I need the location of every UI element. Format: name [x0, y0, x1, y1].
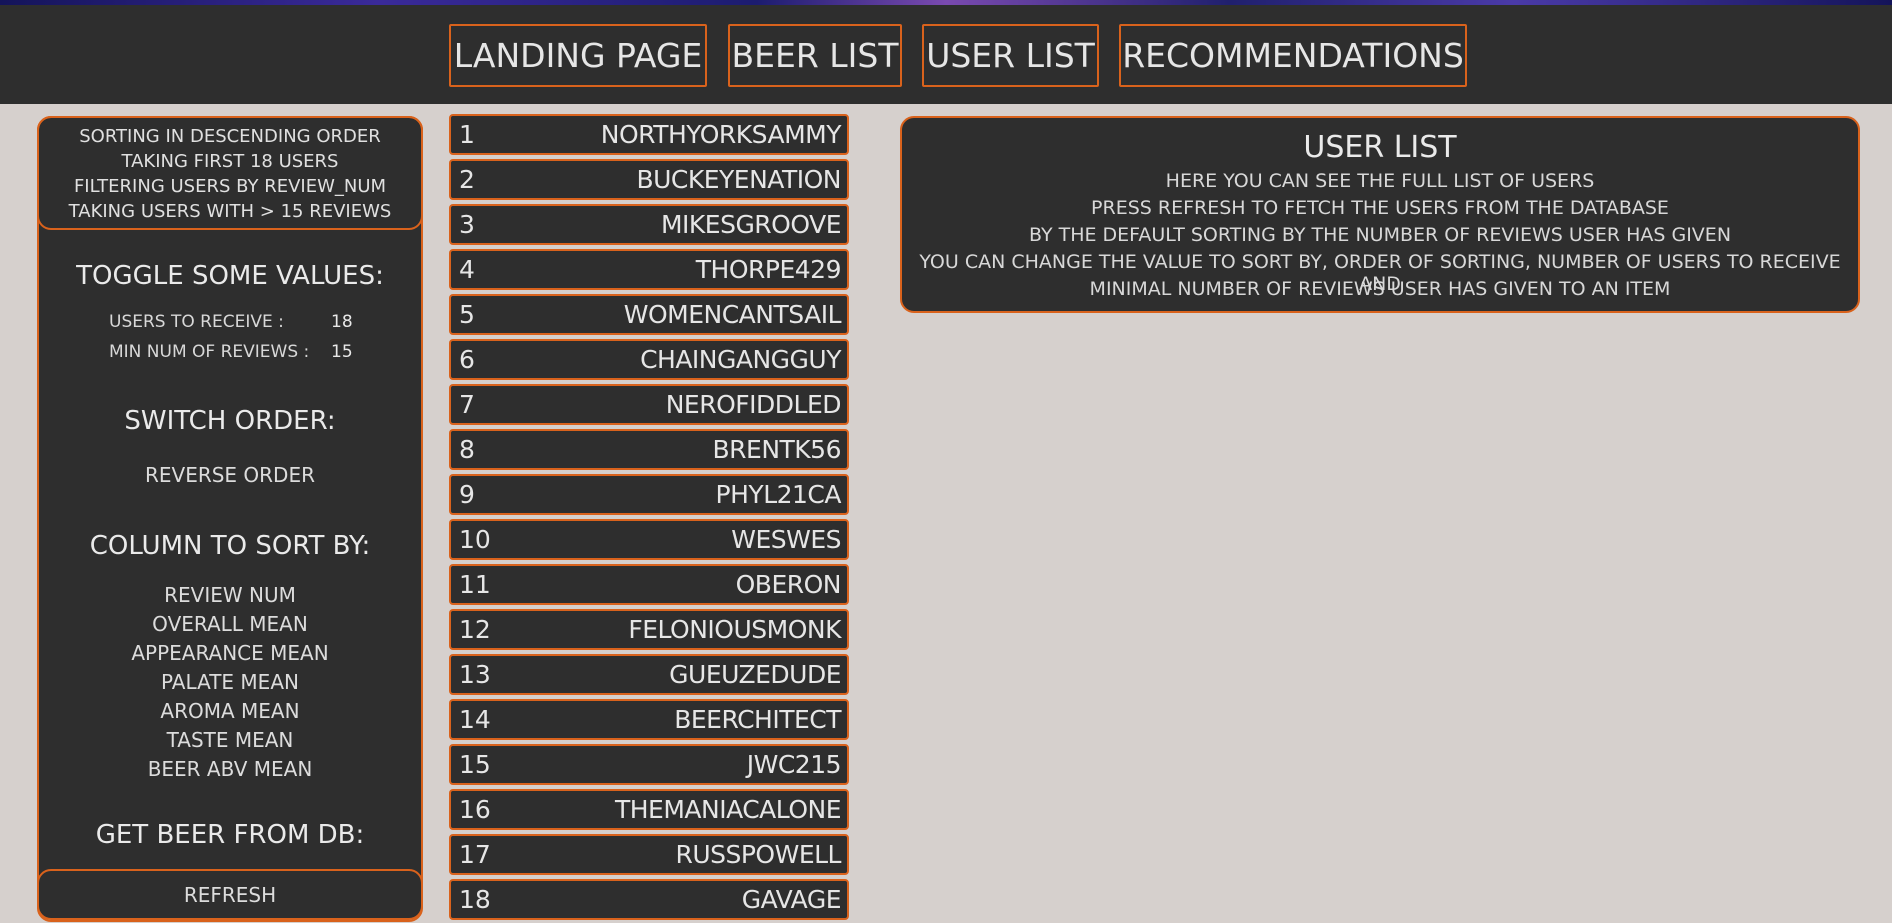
- summary-line-min-reviews: TAKING USERS WITH > 15 REVIEWS: [68, 201, 392, 222]
- user-row[interactable]: 6 CHAINGANGGUY: [449, 339, 849, 380]
- user-rank: 6: [459, 345, 475, 374]
- user-name: BEERCHITECT: [674, 705, 841, 734]
- user-row[interactable]: 12 FELONIOUSMONK: [449, 609, 849, 650]
- query-summary-box: SORTING IN DESCENDING ORDER TAKING FIRST…: [37, 116, 423, 230]
- user-row[interactable]: 18 GAVAGE: [449, 879, 849, 920]
- user-name: OBERON: [735, 570, 842, 599]
- user-rank: 18: [459, 885, 491, 914]
- sort-option-overall-mean[interactable]: OVERALL MEAN: [39, 612, 421, 636]
- user-rank: 9: [459, 480, 475, 509]
- sort-option-taste-mean[interactable]: TASTE MEAN: [39, 728, 421, 752]
- user-list-info-panel: USER LIST HERE YOU CAN SEE THE FULL LIST…: [900, 116, 1860, 313]
- user-name: RUSSPOWELL: [675, 840, 841, 869]
- user-rank: 17: [459, 840, 491, 869]
- user-name: FELONIOUSMONK: [628, 615, 841, 644]
- info-line-5: MINIMAL NUMBER OF REVIEWS USER HAS GIVEN…: [1089, 278, 1671, 300]
- user-row[interactable]: 2 BUCKEYENATION: [449, 159, 849, 200]
- user-name: BRENTK56: [712, 435, 842, 464]
- toggle-values-heading: TOGGLE SOME VALUES:: [76, 261, 384, 291]
- user-name: THORPE429: [695, 255, 842, 284]
- sort-option-appearance-mean[interactable]: APPEARANCE MEAN: [39, 641, 421, 665]
- sort-column-heading: COLUMN TO SORT BY:: [89, 531, 371, 561]
- user-name: PHYL21CA: [715, 480, 842, 509]
- user-row[interactable]: 11 OBERON: [449, 564, 849, 605]
- user-name: MIKESGROOVE: [660, 210, 842, 239]
- nav-landing-page[interactable]: LANDING PAGE: [449, 24, 707, 87]
- user-rank: 10: [459, 525, 491, 554]
- user-row[interactable]: 3 MIKESGROOVE: [449, 204, 849, 245]
- user-row[interactable]: 9 PHYL21CA: [449, 474, 849, 515]
- refresh-button[interactable]: REFRESH: [37, 869, 423, 922]
- user-row[interactable]: 13 GUEUZEDUDE: [449, 654, 849, 695]
- user-name: CHAINGANGGUY: [640, 345, 841, 374]
- user-name: THEMANIACALONE: [614, 795, 842, 824]
- info-panel-title: USER LIST: [1303, 130, 1457, 165]
- user-rank: 16: [459, 795, 491, 824]
- user-name: WOMENCANTSAIL: [623, 300, 842, 329]
- user-rank: 8: [459, 435, 475, 464]
- nav-user-list[interactable]: USER LIST: [922, 24, 1099, 87]
- user-row[interactable]: 14 BEERCHITECT: [449, 699, 849, 740]
- sort-option-beer-abv-mean[interactable]: BEER ABV MEAN: [39, 757, 421, 781]
- user-row[interactable]: 10 WESWES: [449, 519, 849, 560]
- user-rank: 14: [459, 705, 491, 734]
- users-to-receive-label: USERS TO RECEIVE :: [109, 312, 284, 332]
- info-line-3: BY THE DEFAULT SORTING BY THE NUMBER OF …: [1028, 224, 1732, 246]
- user-rank: 2: [459, 165, 475, 194]
- reverse-order-button[interactable]: REVERSE ORDER: [39, 463, 421, 487]
- user-rank: 11: [459, 570, 491, 599]
- user-row[interactable]: 4 THORPE429: [449, 249, 849, 290]
- user-row[interactable]: 1 NORTHYORKSAMMY: [449, 114, 849, 155]
- user-rank: 7: [459, 390, 475, 419]
- user-row[interactable]: 8 BRENTK56: [449, 429, 849, 470]
- info-line-1: HERE YOU CAN SEE THE FULL LIST OF USERS: [1165, 170, 1595, 192]
- user-name: GAVAGE: [741, 885, 842, 914]
- info-line-2: PRESS REFRESH TO FETCH THE USERS FROM TH…: [1091, 197, 1669, 219]
- switch-order-heading: SWITCH ORDER:: [124, 406, 336, 436]
- controls-sidebar: SORTING IN DESCENDING ORDER TAKING FIRST…: [37, 116, 423, 922]
- user-name: GUEUZEDUDE: [669, 660, 841, 689]
- user-row[interactable]: 16 THEMANIACALONE: [449, 789, 849, 830]
- sort-option-aroma-mean[interactable]: AROMA MEAN: [39, 699, 421, 723]
- min-reviews-value[interactable]: 15: [331, 342, 353, 362]
- user-row[interactable]: 17 RUSSPOWELL: [449, 834, 849, 875]
- user-rank: 12: [459, 615, 491, 644]
- users-to-receive-value[interactable]: 18: [331, 312, 353, 332]
- user-rank: 15: [459, 750, 491, 779]
- user-name: BUCKEYENATION: [636, 165, 841, 194]
- user-row[interactable]: 5 WOMENCANTSAIL: [449, 294, 849, 335]
- user-name: JWC215: [746, 750, 842, 779]
- user-name: WESWES: [731, 525, 841, 554]
- user-name: NORTHYORKSAMMY: [600, 120, 842, 149]
- user-rank: 4: [459, 255, 475, 284]
- user-rank: 5: [459, 300, 475, 329]
- min-reviews-label: MIN NUM OF REVIEWS :: [109, 342, 310, 362]
- summary-line-order: SORTING IN DESCENDING ORDER: [79, 126, 381, 147]
- user-name: NEROFIDDLED: [665, 390, 842, 419]
- nav-recommendations[interactable]: RECOMMENDATIONS: [1119, 24, 1467, 87]
- sort-option-palate-mean[interactable]: PALATE MEAN: [39, 670, 421, 694]
- get-from-db-heading: GET BEER FROM DB:: [95, 820, 365, 850]
- sort-option-review-num[interactable]: REVIEW NUM: [39, 583, 421, 607]
- user-row[interactable]: 15 JWC215: [449, 744, 849, 785]
- user-row[interactable]: 7 NEROFIDDLED: [449, 384, 849, 425]
- user-rank: 3: [459, 210, 475, 239]
- summary-line-count: TAKING FIRST 18 USERS: [121, 151, 339, 172]
- user-rank: 1: [459, 120, 475, 149]
- summary-line-filter: FILTERING USERS BY REVIEW_NUM: [73, 176, 387, 197]
- nav-beer-list[interactable]: BEER LIST: [728, 24, 902, 87]
- user-rank: 13: [459, 660, 491, 689]
- top-navbar: LANDING PAGE BEER LIST USER LIST RECOMME…: [0, 5, 1892, 104]
